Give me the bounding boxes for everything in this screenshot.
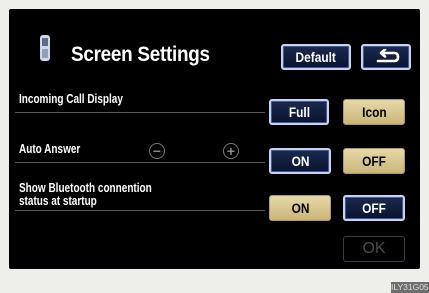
incoming-call-full-label: Full [288,104,310,120]
auto-answer-label: Auto Answer [19,142,81,156]
auto-answer-off-button[interactable]: OFF [343,148,405,174]
image-code: ILY31G053 [391,282,429,293]
ok-button[interactable]: OK [343,236,405,262]
bluetooth-status-on-label: ON [291,200,309,216]
incoming-call-full-button[interactable]: Full [269,99,329,125]
incoming-call-icon-button[interactable]: Icon [343,99,405,125]
auto-answer-plus-button[interactable]: + [223,143,239,159]
bluetooth-status-off-label: OFF [362,200,386,216]
phone-icon [40,35,50,61]
page-title: Screen Settings [71,43,210,66]
bluetooth-status-on-button[interactable]: ON [269,195,331,221]
auto-answer-minus-button[interactable]: − [149,143,165,159]
header: Screen Settings Default [9,9,420,70]
default-button[interactable]: Default [281,44,351,70]
row-divider [15,112,265,113]
bluetooth-status-off-button[interactable]: OFF [343,195,405,221]
incoming-call-icon-label: Icon [361,104,387,120]
row-divider [15,162,265,163]
return-arrow-icon [376,49,400,63]
incoming-call-display-label: Incoming Call Display [19,92,123,106]
settings-screen: Screen Settings Default Incoming Call Di… [9,9,420,269]
auto-answer-off-label: OFF [362,153,386,169]
ok-button-label: OK [362,240,386,257]
auto-answer-on-button[interactable]: ON [269,148,331,174]
back-button[interactable] [361,44,411,70]
bluetooth-status-label-line2: status at startup [19,194,97,208]
default-button-label: Default [295,49,337,65]
auto-answer-on-label: ON [291,153,309,169]
row-divider [15,210,265,211]
